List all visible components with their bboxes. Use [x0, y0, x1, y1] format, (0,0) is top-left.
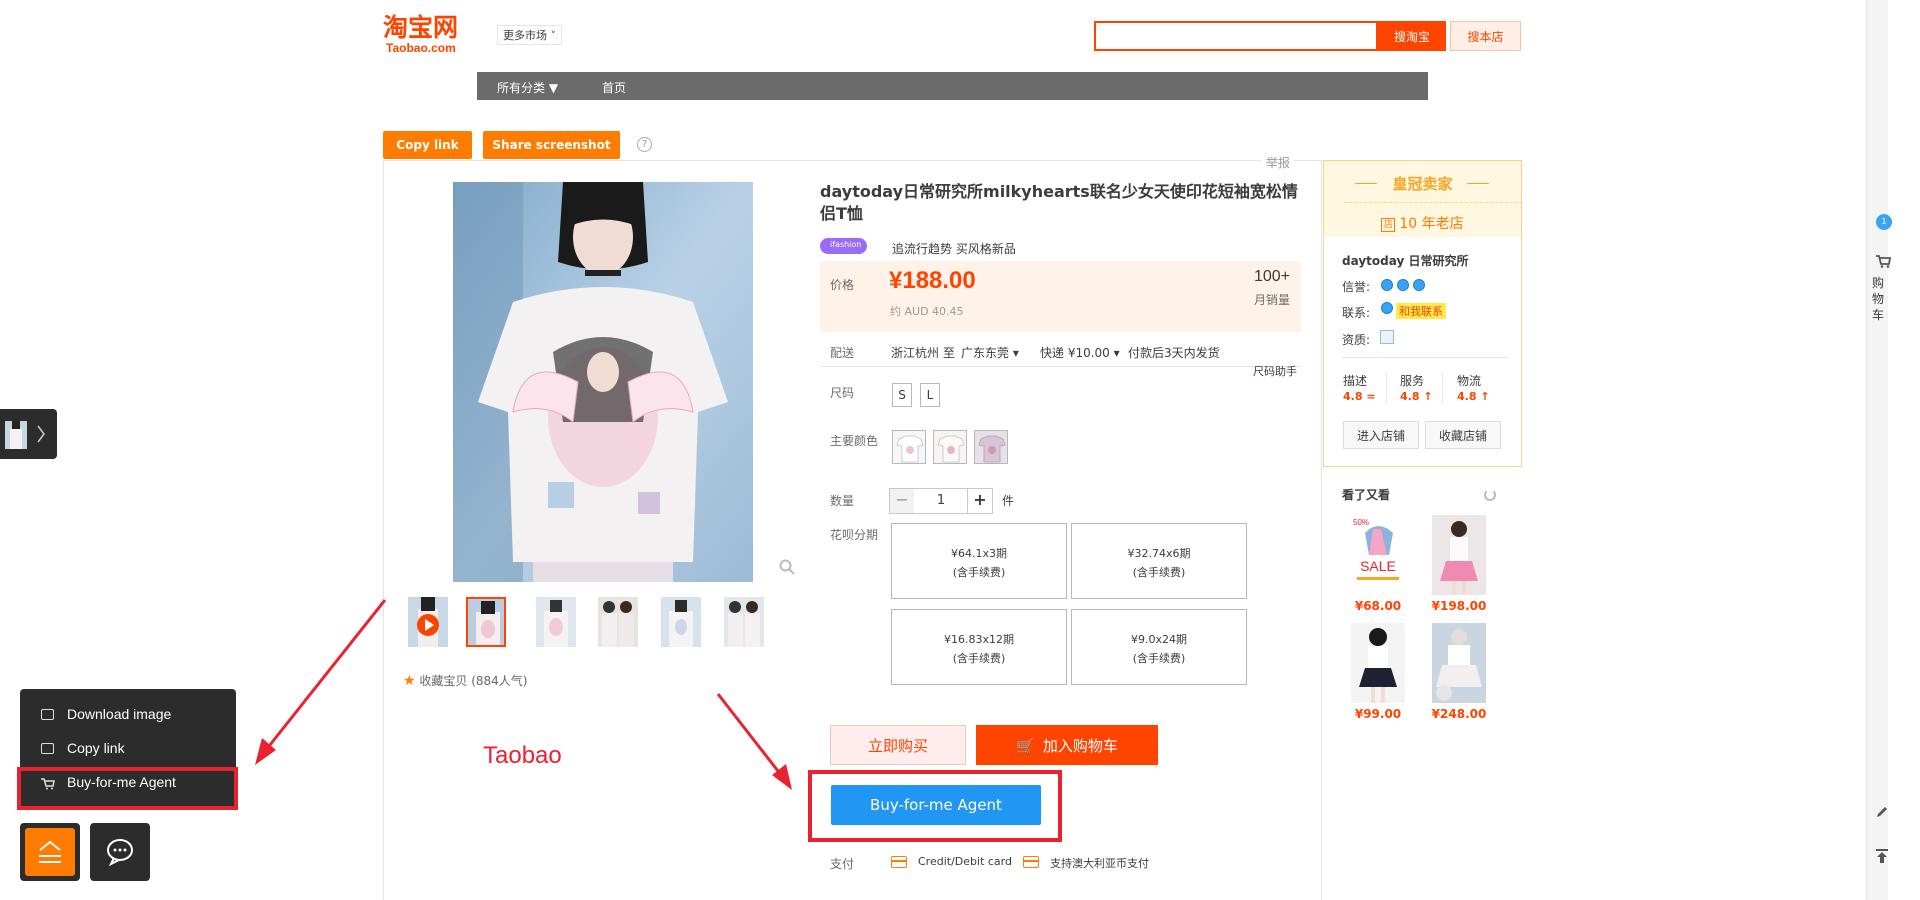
recommend-item-1-image[interactable]: SALE 50%	[1351, 515, 1405, 595]
copy-icon	[41, 743, 54, 754]
annotation-arrows	[255, 599, 792, 790]
score-service-value: 4.8 ↑	[1400, 390, 1433, 403]
back-to-top-icon[interactable]	[1875, 848, 1889, 864]
menu-label: Download image	[67, 706, 172, 722]
qualification-icon[interactable]	[1380, 330, 1394, 344]
image-icon	[41, 709, 54, 720]
divider	[1342, 357, 1508, 358]
menu-toggle-button[interactable]	[20, 823, 80, 881]
score-description-value: 4.8 =	[1343, 390, 1376, 403]
credit-label: 信誉:	[1342, 280, 1371, 294]
menu-icon	[39, 840, 61, 863]
sale-percent: 50%	[1353, 518, 1369, 527]
shop-age-icon: 店	[1381, 218, 1396, 232]
score-logistics-label: 物流	[1457, 374, 1482, 388]
divider	[1386, 373, 1387, 403]
floating-product-preview[interactable]	[0, 409, 57, 459]
see-also-title: 看了又看	[1342, 488, 1391, 502]
credit-diamond-icon	[1397, 279, 1409, 291]
feedback-pencil-icon[interactable]	[1875, 805, 1889, 819]
score-service-label: 服务	[1400, 374, 1425, 388]
divider	[1321, 160, 1322, 900]
contact-label: 联系:	[1342, 306, 1371, 320]
cart-count-badge: 1	[1876, 214, 1892, 230]
menu-highlight	[17, 767, 238, 810]
divider	[1442, 373, 1443, 403]
qualification-label: 资质:	[1342, 333, 1371, 347]
sidebar-cart-label[interactable]: 购物车	[1872, 275, 1886, 323]
recommend-item-4-price: ¥248.00	[1431, 707, 1487, 721]
recommend-item-2-image[interactable]	[1432, 515, 1486, 595]
shop-age: 店 10 年老店	[1324, 213, 1521, 233]
credit-diamond-icon	[1381, 279, 1393, 291]
divider	[1344, 202, 1523, 203]
score-logistics-value: 4.8 ↑	[1457, 390, 1490, 403]
favorite-shop-button[interactable]: 收藏店铺	[1425, 421, 1501, 449]
recommend-item-2-price: ¥198.00	[1431, 599, 1487, 613]
recommend-item-3-price: ¥99.00	[1354, 707, 1402, 721]
recommend-item-1-price: ¥68.00	[1354, 599, 1402, 613]
chat-button[interactable]	[90, 823, 150, 881]
recommend-item-3-image[interactable]	[1351, 623, 1405, 703]
cart-icon[interactable]	[1875, 254, 1891, 268]
shop-age-label: 10 年老店	[1399, 216, 1464, 232]
annotation-label: Taobao	[483, 742, 562, 769]
menu-download-image[interactable]: Download image	[20, 705, 210, 727]
menu-copy-link[interactable]: Copy link	[20, 739, 210, 761]
sale-text: SALE	[1360, 558, 1396, 574]
credit-diamond-icon	[1413, 279, 1425, 291]
recommend-item-4-image[interactable]	[1432, 623, 1486, 703]
contact-seller-link[interactable]: 和我联系	[1396, 303, 1446, 319]
crown-seller-label: 皇冠卖家	[1392, 175, 1453, 193]
right-toolbar	[1866, 0, 1888, 900]
chat-icon	[107, 839, 133, 867]
menu-label: Copy link	[67, 740, 125, 756]
refresh-icon[interactable]	[1484, 489, 1496, 501]
score-description-label: 描述	[1343, 374, 1368, 388]
shop-name[interactable]: daytoday 日常研究所	[1342, 252, 1468, 269]
wangwang-icon[interactable]	[1381, 302, 1393, 314]
enter-shop-button[interactable]: 进入店铺	[1343, 421, 1419, 449]
